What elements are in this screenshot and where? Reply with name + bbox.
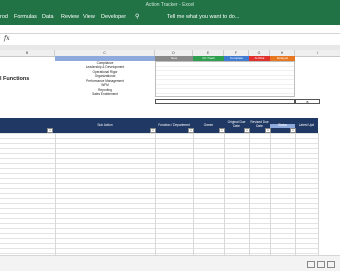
tab-developer[interactable]: Developer [101, 14, 126, 20]
category-sales-enablement: Sales Enablement [92, 92, 118, 96]
tell-me-box[interactable]: Tell me what you want to do... [167, 14, 239, 20]
category-reporting: Reporting [98, 87, 112, 92]
column-divider [295, 133, 296, 255]
tab-home[interactable]: rod [0, 14, 8, 20]
ribbon-tabs: rod Formulas Data Review View Developer … [0, 11, 340, 25]
category-wfm: WFM [101, 83, 109, 87]
column-divider [224, 133, 225, 255]
column-divider [249, 133, 250, 255]
column-divider [55, 133, 56, 255]
column-header-i[interactable]: I [295, 50, 340, 57]
title-bar: Action Tracker - Excel [0, 0, 340, 11]
action-table-header: Sub Action Function / Department Owner O… [0, 118, 318, 133]
header-sub-action: Sub Action [97, 123, 113, 127]
page-layout-icon[interactable] [317, 261, 325, 268]
ribbon-body [0, 25, 340, 33]
lightbulb-icon: ⚲ [135, 14, 140, 20]
tab-view[interactable]: View [83, 14, 95, 20]
column-divider [270, 133, 271, 255]
summary-grid [155, 61, 295, 97]
window-title: Action Tracker - Excel [145, 2, 195, 8]
category-operational-rigor: Operational Rigor [92, 69, 118, 74]
tab-formulas[interactable]: Formulas [14, 14, 37, 20]
column-divider [155, 133, 156, 255]
category-leadership: Leadership & Development [85, 65, 125, 69]
header-latest-update: Latest Upd [298, 123, 315, 127]
section-title: l Functions [0, 76, 30, 82]
tab-review[interactable]: Review [61, 14, 79, 20]
column-header-b[interactable]: B [0, 50, 55, 57]
column-divider [193, 133, 194, 255]
column-divider [318, 133, 319, 255]
page-break-icon[interactable] [327, 261, 335, 268]
category-organizational: Organizational [94, 74, 116, 78]
status-bar [0, 255, 340, 271]
totals-row [155, 99, 295, 104]
category-performance-management: Performance Management [86, 78, 124, 83]
normal-view-icon[interactable] [307, 261, 315, 268]
tab-data[interactable]: Data [42, 14, 54, 20]
fx-icon[interactable]: fx [4, 35, 10, 42]
marker-cell: B [295, 99, 320, 104]
